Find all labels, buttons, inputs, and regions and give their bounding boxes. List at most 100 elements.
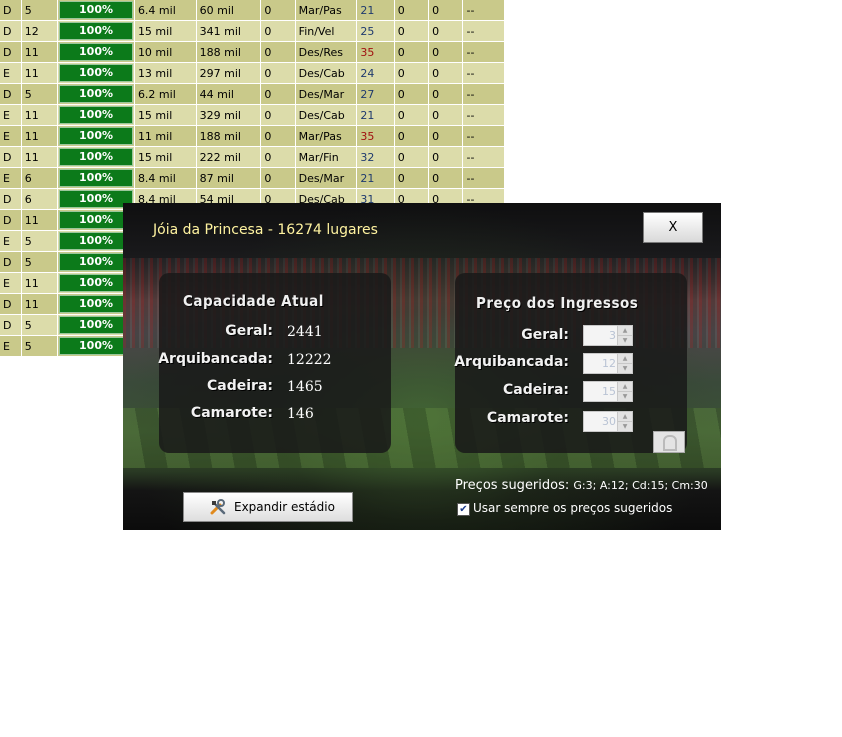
cards-a-cell: 0 [394, 167, 430, 189]
cards-b-cell: 0 [428, 104, 464, 126]
age-cell: 5 [21, 314, 59, 336]
value-cell: 188 mil [196, 41, 262, 63]
age-cell: 11 [21, 293, 59, 315]
age-cell: 6 [21, 188, 59, 210]
position-cell: Fin/Vel [295, 20, 358, 42]
price-up-arrow-icon[interactable]: ▲ [617, 412, 632, 422]
table-row[interactable]: E 11 100% 15 mil 329 mil 0 Des/Cab 21 0 0 -- [0, 104, 505, 126]
capacity-value-camarote: 146 [287, 406, 314, 422]
condition-bar: 100% [59, 295, 133, 313]
price-input-geral[interactable]: 3 ▲ ▼ [583, 325, 633, 346]
value-cell: 87 mil [196, 167, 262, 189]
position-cell: Des/Cab [295, 104, 358, 126]
cards-b-cell: 0 [428, 0, 464, 21]
strength-cell: 27 [356, 83, 395, 105]
side-cell: D [0, 293, 22, 315]
capacity-label-camarote: Camarote: [190, 405, 273, 421]
table-row[interactable]: D 11 100% 10 mil 188 mil 0 Des/Res 35 0 0 -- [0, 41, 505, 63]
side-cell: D [0, 20, 22, 42]
side-cell: D [0, 314, 22, 336]
cards-a-cell: 0 [394, 41, 430, 63]
price-down-arrow-icon[interactable]: ▼ [617, 392, 632, 401]
age-cell: 11 [21, 41, 59, 63]
price-value-geral[interactable]: 3 [584, 326, 616, 345]
price-value-arquibancada[interactable]: 12 [584, 354, 616, 373]
price-label-geral: Geral: [521, 327, 569, 343]
capacity-value-geral: 2441 [287, 324, 323, 340]
stadium-dialog: Jóia da Princesa - 16274 lugares X Capac… [123, 203, 721, 530]
dialog-title: Jóia da Princesa - 16274 lugares [153, 222, 378, 238]
suggested-prices-values: G:3; A:12; Cd:15; Cm:30 [573, 479, 708, 492]
cards-b-cell: 0 [428, 41, 464, 63]
status-cell: -- [462, 104, 505, 126]
condition-bar: 100% [59, 22, 133, 40]
age-cell: 11 [21, 146, 59, 168]
price-up-arrow-icon[interactable]: ▲ [617, 326, 632, 336]
table-row[interactable]: D 11 100% 15 mil 222 mil 0 Mar/Fin 32 0 0 -- [0, 146, 505, 168]
salary-cell: 10 mil [134, 41, 197, 63]
salary-cell: 13 mil [134, 62, 197, 84]
table-row[interactable]: D 5 100% 6.4 mil 60 mil 0 Mar/Pas 21 0 0 -- [0, 0, 505, 21]
status-cell: -- [462, 83, 505, 105]
lock-button[interactable] [653, 431, 685, 453]
condition-cell: 100% [57, 125, 135, 147]
goals-cell: 0 [260, 0, 296, 21]
position-cell: Des/Mar [295, 167, 358, 189]
goals-cell: 0 [260, 83, 296, 105]
condition-bar: 100% [59, 106, 133, 124]
age-cell: 5 [21, 335, 59, 357]
price-value-cadeira[interactable]: 15 [584, 382, 616, 401]
age-cell: 11 [21, 125, 59, 147]
capacity-label-arquibancada: Arquibancada: [158, 351, 273, 367]
cards-b-cell: 0 [428, 62, 464, 84]
side-cell: E [0, 167, 22, 189]
price-down-arrow-icon[interactable]: ▼ [617, 336, 632, 345]
salary-cell: 15 mil [134, 104, 197, 126]
status-cell: -- [462, 62, 505, 84]
price-input-camarote[interactable]: 30 ▲ ▼ [583, 411, 633, 432]
side-cell: D [0, 146, 22, 168]
price-up-arrow-icon[interactable]: ▲ [617, 382, 632, 392]
cards-a-cell: 0 [394, 0, 430, 21]
price-down-arrow-icon[interactable]: ▼ [617, 364, 632, 373]
cards-a-cell: 0 [394, 20, 430, 42]
price-value-camarote[interactable]: 30 [584, 412, 616, 431]
strength-cell: 21 [356, 104, 395, 126]
use-suggested-checkbox[interactable]: ✔ [457, 503, 470, 516]
table-row[interactable]: D 5 100% 6.2 mil 44 mil 0 Des/Mar 27 0 0 -- [0, 83, 505, 105]
condition-bar: 100% [59, 316, 133, 334]
salary-cell: 15 mil [134, 20, 197, 42]
value-cell: 188 mil [196, 125, 262, 147]
price-label-cadeira: Cadeira: [503, 382, 569, 398]
expand-stadium-button[interactable]: Expandir estádio [183, 492, 353, 522]
price-input-arquibancada[interactable]: 12 ▲ ▼ [583, 353, 633, 374]
capacity-label-cadeira: Cadeira: [207, 378, 273, 394]
goals-cell: 0 [260, 41, 296, 63]
table-row[interactable]: D 12 100% 15 mil 341 mil 0 Fin/Vel 25 0 0 -- [0, 20, 505, 42]
side-cell: D [0, 0, 22, 21]
status-cell: -- [462, 125, 505, 147]
side-cell: D [0, 251, 22, 273]
age-cell: 6 [21, 167, 59, 189]
price-down-arrow-icon[interactable]: ▼ [617, 422, 632, 431]
condition-cell: 100% [57, 41, 135, 63]
condition-bar: 100% [59, 211, 133, 229]
close-button[interactable]: X [643, 212, 703, 243]
use-suggested-label[interactable]: Usar sempre os preços sugeridos [473, 501, 672, 515]
value-cell: 44 mil [196, 83, 262, 105]
price-input-cadeira[interactable]: 15 ▲ ▼ [583, 381, 633, 402]
age-cell: 5 [21, 251, 59, 273]
prices-title: Preço dos Ingressos [476, 294, 639, 312]
cards-a-cell: 0 [394, 146, 430, 168]
cards-a-cell: 0 [394, 125, 430, 147]
table-row[interactable]: E 11 100% 13 mil 297 mil 0 Des/Cab 24 0 0 -- [0, 62, 505, 84]
condition-cell: 100% [57, 62, 135, 84]
table-row[interactable]: E 11 100% 11 mil 188 mil 0 Mar/Pas 35 0 0 -- [0, 125, 505, 147]
side-cell: D [0, 188, 22, 210]
price-up-arrow-icon[interactable]: ▲ [617, 354, 632, 364]
table-row[interactable]: E 6 100% 8.4 mil 87 mil 0 Des/Mar 21 0 0 -- [0, 167, 505, 189]
condition-cell: 100% [57, 83, 135, 105]
value-cell: 222 mil [196, 146, 262, 168]
age-cell: 5 [21, 0, 59, 21]
capacity-title: Capacidade Atual [183, 292, 324, 310]
